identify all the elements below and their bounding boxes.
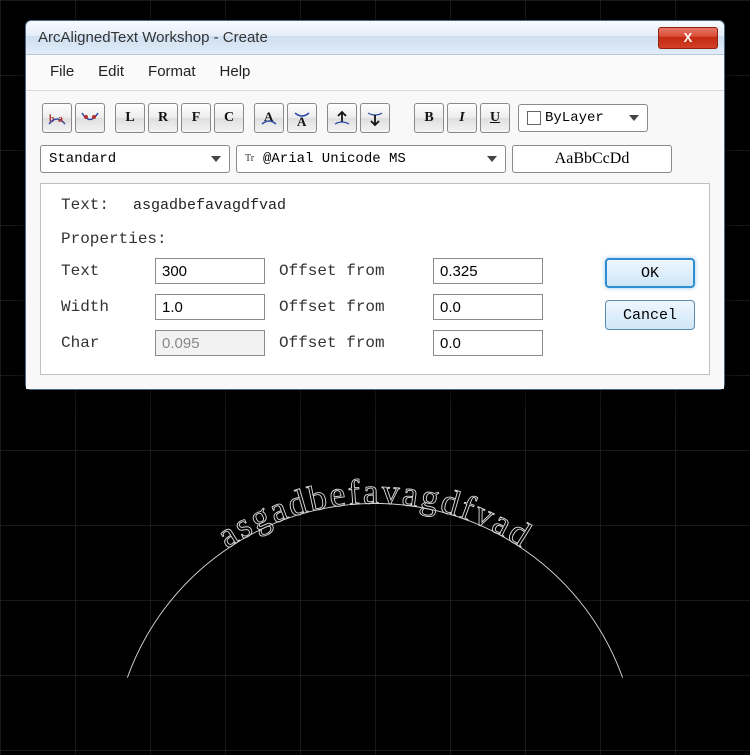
menubar: File Edit Format Help	[26, 55, 724, 91]
text-style-combo[interactable]: Standard	[40, 145, 230, 173]
label-width: Width	[61, 298, 141, 316]
label-offset-2: Offset from	[279, 298, 419, 316]
font-value: @Arial Unicode MS	[263, 151, 406, 167]
align-right-button[interactable]: R	[148, 103, 178, 133]
font-combo[interactable]: Tr @Arial Unicode MS	[236, 145, 506, 173]
chevron-down-icon	[629, 115, 639, 121]
menu-file[interactable]: File	[40, 61, 84, 82]
input-offset-1[interactable]	[433, 258, 543, 284]
properties-grid: Text Offset from Width Offset from Char …	[61, 258, 695, 356]
chevron-down-icon	[211, 156, 221, 162]
close-icon: X	[684, 30, 693, 45]
offset-up-button[interactable]	[327, 103, 357, 133]
properties-fields: Text Offset from Width Offset from Char …	[61, 258, 543, 356]
window-title: ArcAlignedText Workshop - Create	[38, 29, 268, 46]
arc-convex-icon: ba	[47, 108, 67, 128]
fit-button[interactable]: F	[181, 103, 211, 133]
input-offset-3[interactable]	[433, 330, 543, 356]
properties-label: Properties:	[61, 230, 695, 248]
toolbar-row-2: Standard Tr @Arial Unicode MS AaBbCcDd	[40, 145, 710, 173]
titlebar[interactable]: ArcAlignedText Workshop - Create X	[26, 21, 724, 55]
properties-panel: Text: asgadbefavagdfvad Properties: Text…	[40, 183, 710, 375]
char-inward-icon: A	[292, 108, 312, 128]
char-outward-icon: A	[259, 108, 279, 128]
char-inward-button[interactable]: A	[287, 103, 317, 133]
group-char-align: A A	[252, 101, 319, 135]
svg-text:A: A	[297, 114, 307, 128]
truetype-icon: Tr	[245, 150, 259, 169]
color-bylayer-combo[interactable]: ByLayer	[518, 104, 648, 132]
offset-down-icon	[365, 108, 385, 128]
input-char	[155, 330, 265, 356]
menu-edit[interactable]: Edit	[88, 61, 134, 82]
label-offset-3: Offset from	[279, 334, 419, 352]
ok-button[interactable]: OK	[605, 258, 695, 288]
input-width[interactable]	[155, 294, 265, 320]
group-align: L R F C	[113, 101, 246, 135]
group-offset	[325, 101, 392, 135]
input-offset-2[interactable]	[433, 294, 543, 320]
bylayer-label: ByLayer	[545, 110, 604, 126]
dialog-window: ArcAlignedText Workshop - Create X File …	[25, 20, 725, 390]
arc-concave-icon	[80, 108, 100, 128]
input-textheight[interactable]	[155, 258, 265, 284]
align-left-button[interactable]: L	[115, 103, 145, 133]
font-preview: AaBbCcDd	[512, 145, 672, 173]
offset-up-icon	[332, 108, 352, 128]
underline-button[interactable]: U	[480, 103, 510, 133]
arc-concave-button[interactable]	[75, 103, 105, 133]
text-style-value: Standard	[49, 151, 116, 167]
dialog-buttons: OK Cancel	[605, 258, 695, 356]
color-swatch	[527, 111, 541, 125]
group-style: B I U	[412, 101, 512, 135]
center-button[interactable]: C	[214, 103, 244, 133]
chevron-down-icon	[487, 156, 497, 162]
text-label: Text:	[61, 196, 121, 214]
svg-text:Tr: Tr	[245, 153, 255, 164]
menu-format[interactable]: Format	[138, 61, 206, 82]
label-char: Char	[61, 334, 141, 352]
label-textheight: Text	[61, 262, 141, 280]
toolbar-area: ba L R F C A A	[26, 91, 724, 389]
italic-button[interactable]: I	[447, 103, 477, 133]
bold-button[interactable]: B	[414, 103, 444, 133]
close-button[interactable]: X	[658, 27, 718, 49]
label-offset-1: Offset from	[279, 262, 419, 280]
char-outward-button[interactable]: A	[254, 103, 284, 133]
arc-convex-button[interactable]: ba	[42, 103, 72, 133]
cancel-button[interactable]: Cancel	[605, 300, 695, 330]
toolbar-row-1: ba L R F C A A	[40, 101, 710, 135]
offset-down-button[interactable]	[360, 103, 390, 133]
svg-text:a: a	[58, 114, 63, 125]
text-value: asgadbefavagdfvad	[133, 197, 695, 214]
menu-help[interactable]: Help	[210, 61, 261, 82]
text-row: Text: asgadbefavagdfvad	[61, 196, 695, 214]
group-arc-direction: ba	[40, 101, 107, 135]
